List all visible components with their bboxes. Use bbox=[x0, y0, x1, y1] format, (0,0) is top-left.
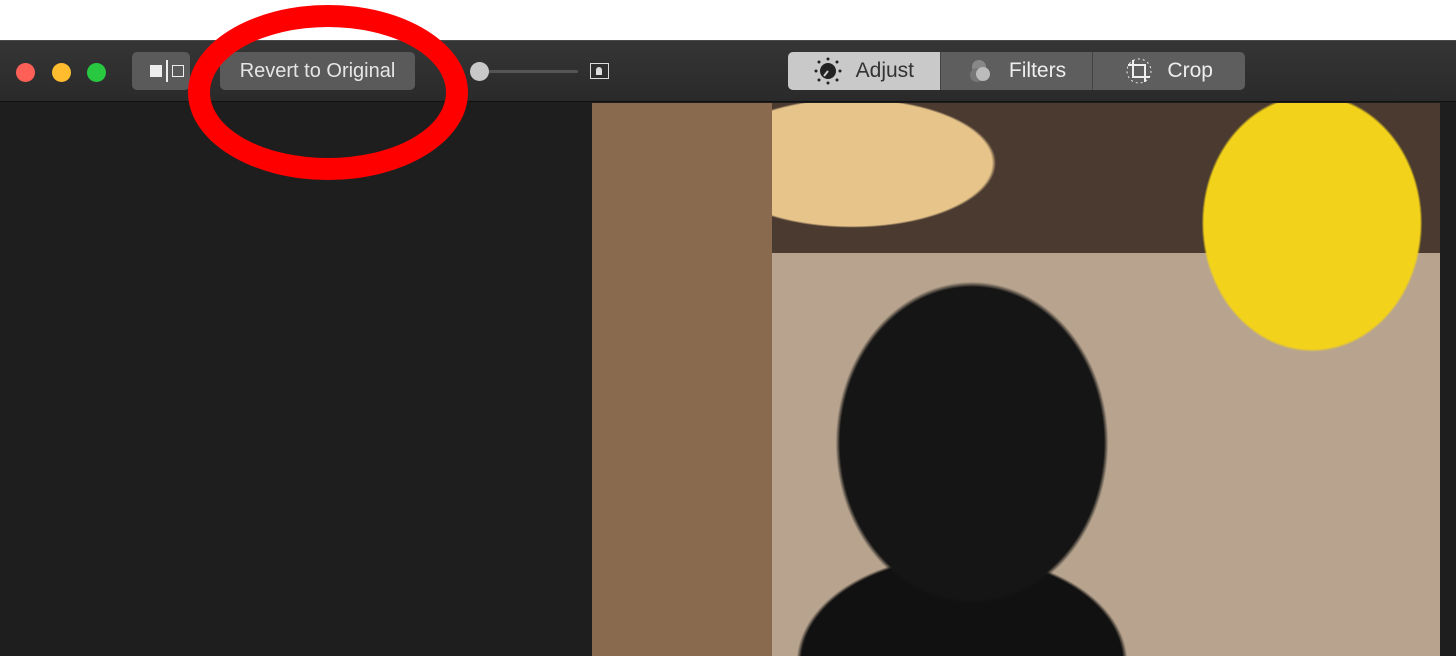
right-margin bbox=[1440, 103, 1456, 656]
tab-adjust-label: Adjust bbox=[855, 59, 915, 82]
tab-adjust[interactable]: Adjust bbox=[788, 52, 941, 90]
edit-mode-tabs: Adjust Filters Crop bbox=[788, 52, 1245, 90]
before-after-toggle-button[interactable] bbox=[132, 52, 190, 90]
toolbar: Revert to Original Adjust Filters Crop bbox=[0, 40, 1456, 102]
tab-filters-label: Filters bbox=[1008, 59, 1067, 82]
zoom-slider-knob[interactable] bbox=[470, 62, 489, 81]
before-view-icon bbox=[150, 65, 162, 77]
after-view-icon bbox=[172, 65, 184, 77]
zoom-button[interactable] bbox=[87, 63, 106, 82]
adjust-dial-icon bbox=[814, 57, 842, 85]
photo-icon bbox=[590, 63, 609, 79]
tab-crop-label: Crop bbox=[1167, 59, 1213, 82]
tab-crop[interactable]: Crop bbox=[1093, 52, 1245, 90]
zoom-slider[interactable] bbox=[478, 70, 578, 73]
filters-circles-icon bbox=[969, 60, 990, 82]
dog-photo bbox=[592, 103, 1440, 656]
crop-icon bbox=[1126, 58, 1152, 84]
photo-editor-window: Revert to Original Adjust Filters Crop bbox=[0, 40, 1456, 656]
close-button[interactable] bbox=[16, 63, 35, 82]
revert-to-original-button[interactable]: Revert to Original bbox=[220, 52, 415, 90]
tab-filters[interactable]: Filters bbox=[941, 52, 1094, 90]
minimize-button[interactable] bbox=[52, 63, 71, 82]
